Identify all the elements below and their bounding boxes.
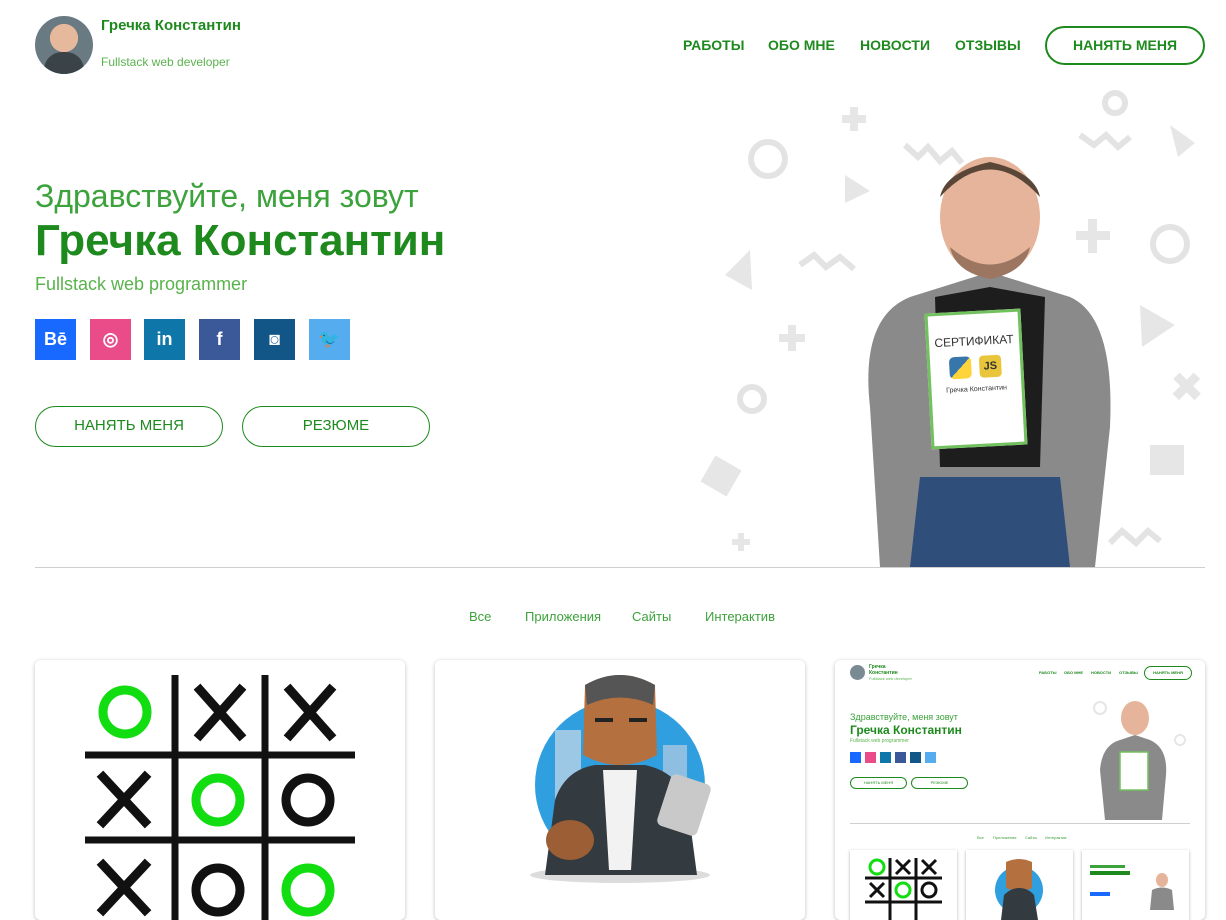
portfolio-card-robot[interactable] xyxy=(435,660,805,920)
brand-name[interactable]: Гречка Константин xyxy=(101,17,261,35)
preview-hire-me-button: НАНЯТЬ МЕНЯ xyxy=(850,777,907,789)
filter-all[interactable]: Все xyxy=(469,609,491,624)
facebook-icon[interactable]: f xyxy=(199,319,240,360)
twitter-icon[interactable]: 🐦 xyxy=(309,319,350,360)
portfolio-card-tictactoe[interactable] xyxy=(35,660,405,920)
resume-button[interactable]: РЕЗЮМЕ xyxy=(242,406,430,447)
hero-illustration: СЕРТИФИКАТ JS Гречка Константин xyxy=(690,85,1226,567)
tictactoe-image xyxy=(85,675,355,920)
preview-filter-all: Все xyxy=(977,835,984,840)
avatar[interactable] xyxy=(35,16,93,74)
nav-item-works[interactable]: РАБОТЫ xyxy=(683,37,744,53)
preview-greeting: Здравствуйте, меня зовут xyxy=(850,712,958,722)
preview-filter-sites: Сайты xyxy=(1025,835,1038,840)
certificate-title: СЕРТИФИКАТ xyxy=(934,331,1014,351)
preview-divider xyxy=(850,823,1190,824)
preview-person xyxy=(1093,701,1186,820)
preview-nav-reviews: ОТЗЫВЫ xyxy=(1119,670,1138,675)
filter-sites[interactable]: Сайты xyxy=(632,609,671,624)
nav-item-about[interactable]: ОБО МНЕ xyxy=(768,37,835,53)
preview-card-1 xyxy=(850,850,957,920)
preview-nav-works: РАБОТЫ xyxy=(1039,670,1057,675)
preview-name: Гречка Константин xyxy=(850,723,962,737)
certificate-name: Гречка Константин xyxy=(945,384,1008,395)
portfolio-card-site[interactable]: Гречка Константин Fullstack web develope… xyxy=(835,660,1205,920)
preview-brand-role: Fullstack web developer xyxy=(869,676,912,681)
preview-filter-interactive: Интерактив xyxy=(1045,835,1067,840)
behance-icon[interactable]: Bē xyxy=(35,319,76,360)
section-divider xyxy=(35,567,1205,568)
preview-nav-news: НОВОСТИ xyxy=(1091,670,1112,675)
filter-interactive[interactable]: Интерактив xyxy=(705,609,775,624)
certificate: СЕРТИФИКАТ JS Гречка Константин xyxy=(924,308,1028,450)
preview-avatar xyxy=(850,665,865,680)
hire-me-header-button[interactable]: НАНЯТЬ МЕНЯ xyxy=(1045,26,1205,65)
instagram-icon[interactable]: ◙ xyxy=(254,319,295,360)
nav-item-reviews[interactable]: ОТЗЫВЫ xyxy=(955,37,1021,53)
hero-role: Fullstack web programmer xyxy=(35,274,248,294)
linkedin-icon[interactable]: in xyxy=(144,319,185,360)
python-icon xyxy=(948,356,972,380)
hire-me-button[interactable]: НАНЯТЬ МЕНЯ xyxy=(35,406,223,447)
preview-nav-about: ОБО МНЕ xyxy=(1064,670,1084,675)
site-header: Гречка Константин Fullstack web develope… xyxy=(0,0,1226,92)
hero-name: Гречка Константин xyxy=(35,216,446,265)
hero-greeting: Здравствуйте, меня зовут xyxy=(35,178,419,214)
javascript-icon: JS xyxy=(978,354,1002,378)
preview-brand: Гречка Константин xyxy=(869,664,898,676)
robot-illustration xyxy=(530,675,711,883)
preview-card-3 xyxy=(1082,850,1189,920)
dribbble-icon[interactable]: ◎ xyxy=(90,319,131,360)
nav-item-news[interactable]: НОВОСТИ xyxy=(860,37,930,53)
preview-role: Fullstack web programmer xyxy=(850,738,909,744)
preview-card-2 xyxy=(966,850,1073,920)
site-preview: Гречка Константин Fullstack web develope… xyxy=(835,660,1205,920)
preview-resume-button: РЕЗЮМЕ xyxy=(911,777,968,789)
filter-apps[interactable]: Приложения xyxy=(525,609,601,624)
brand-role: Fullstack web developer xyxy=(101,55,230,69)
preview-social xyxy=(850,752,936,763)
preview-hire-button: НАНЯТЬ МЕНЯ xyxy=(1144,666,1192,680)
preview-filter-apps: Приложения xyxy=(993,835,1017,840)
